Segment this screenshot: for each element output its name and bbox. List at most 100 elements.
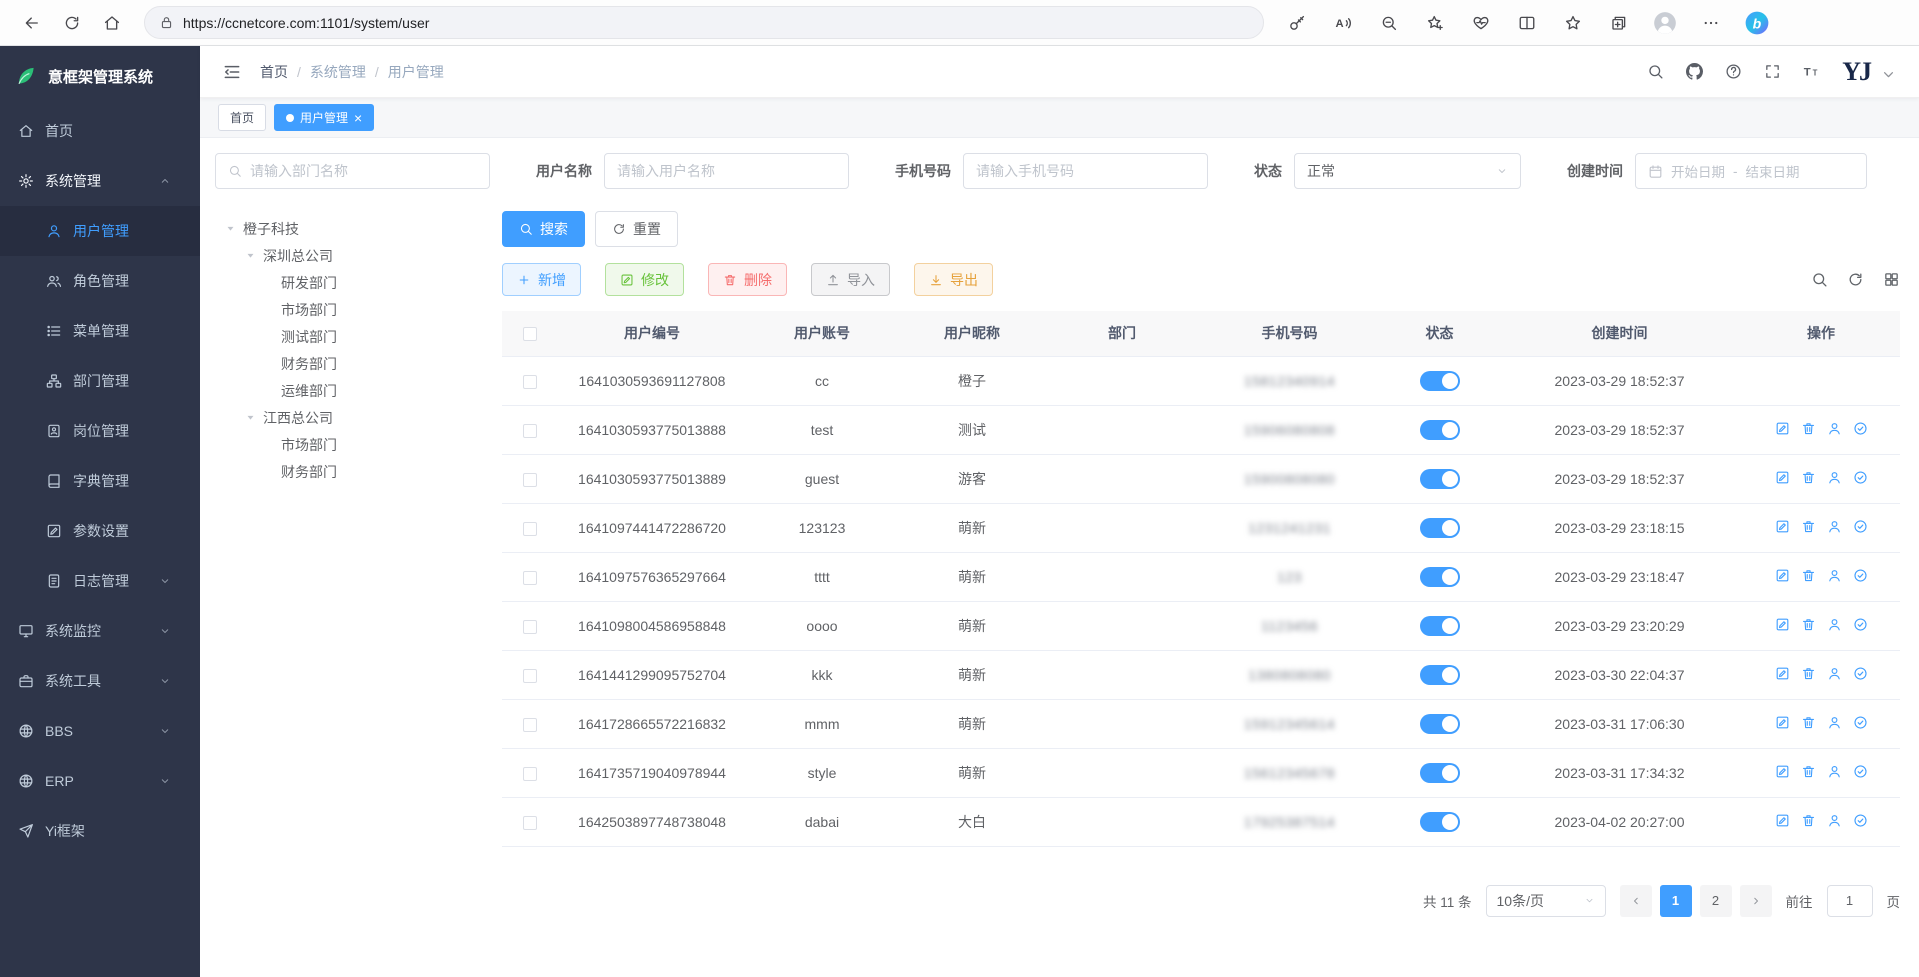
tree-node[interactable]: 研发部门 bbox=[215, 269, 490, 296]
browser-home-button[interactable] bbox=[94, 6, 130, 40]
row-reset-password-icon[interactable] bbox=[1827, 666, 1842, 681]
row-assign-role-icon[interactable] bbox=[1853, 764, 1868, 779]
select-all-checkbox[interactable] bbox=[523, 327, 537, 341]
export-button[interactable]: 导出 bbox=[914, 263, 993, 296]
tree-node[interactable]: 市场部门 bbox=[215, 431, 490, 458]
row-edit-icon[interactable] bbox=[1775, 666, 1790, 681]
row-delete-icon[interactable] bbox=[1801, 715, 1816, 730]
close-tab-icon[interactable]: × bbox=[354, 111, 362, 125]
row-delete-icon[interactable] bbox=[1801, 519, 1816, 534]
row-assign-role-icon[interactable] bbox=[1853, 715, 1868, 730]
breadcrumb-item[interactable]: 系统管理 bbox=[310, 62, 366, 82]
tree-node[interactable]: 市场部门 bbox=[215, 296, 490, 323]
row-assign-role-icon[interactable] bbox=[1853, 813, 1868, 828]
row-edit-icon[interactable] bbox=[1775, 470, 1790, 485]
row-delete-icon[interactable] bbox=[1801, 666, 1816, 681]
row-assign-role-icon[interactable] bbox=[1853, 470, 1868, 485]
row-edit-icon[interactable] bbox=[1775, 715, 1790, 730]
row-edit-icon[interactable] bbox=[1775, 421, 1790, 436]
tab-user-management[interactable]: 用户管理 × bbox=[274, 104, 374, 131]
back-button[interactable] bbox=[14, 6, 50, 40]
row-assign-role-icon[interactable] bbox=[1853, 421, 1868, 436]
row-checkbox[interactable] bbox=[523, 375, 537, 389]
phone-input[interactable] bbox=[976, 163, 1195, 179]
row-assign-role-icon[interactable] bbox=[1853, 617, 1868, 632]
row-delete-icon[interactable] bbox=[1801, 617, 1816, 632]
import-button[interactable]: 导入 bbox=[811, 263, 890, 296]
github-icon[interactable] bbox=[1686, 63, 1703, 80]
add-button[interactable]: 新增 bbox=[502, 263, 581, 296]
row-delete-icon[interactable] bbox=[1801, 813, 1816, 828]
collections-button[interactable] bbox=[1602, 6, 1636, 40]
sidebar-item-system[interactable]: 系统管理 bbox=[0, 156, 200, 206]
sidebar-item-home[interactable]: 首页 bbox=[0, 106, 200, 156]
row-reset-password-icon[interactable] bbox=[1827, 715, 1842, 730]
row-checkbox[interactable] bbox=[523, 522, 537, 536]
sidebar-item-log[interactable]: 日志管理 bbox=[0, 556, 200, 606]
row-edit-icon[interactable] bbox=[1775, 764, 1790, 779]
tree-node[interactable]: 橙子科技 bbox=[215, 215, 490, 242]
favorites-button[interactable] bbox=[1556, 6, 1590, 40]
row-reset-password-icon[interactable] bbox=[1827, 568, 1842, 583]
row-reset-password-icon[interactable] bbox=[1827, 617, 1842, 632]
status-toggle[interactable] bbox=[1420, 714, 1460, 734]
page-size-select[interactable]: 10条/页 bbox=[1486, 885, 1606, 917]
search-button[interactable]: 搜索 bbox=[502, 211, 585, 247]
table-refresh-icon[interactable] bbox=[1847, 271, 1864, 288]
row-edit-icon[interactable] bbox=[1775, 568, 1790, 583]
add-favorite-button[interactable] bbox=[1418, 6, 1452, 40]
edit-button[interactable]: 修改 bbox=[605, 263, 684, 296]
row-reset-password-icon[interactable] bbox=[1827, 421, 1842, 436]
row-checkbox[interactable] bbox=[523, 620, 537, 634]
refresh-button[interactable] bbox=[54, 6, 90, 40]
user-logo[interactable]: YJ bbox=[1842, 59, 1870, 85]
row-delete-icon[interactable] bbox=[1801, 568, 1816, 583]
read-aloud-button[interactable]: A bbox=[1326, 6, 1360, 40]
tree-node[interactable]: 江西总公司 bbox=[215, 404, 490, 431]
toggle-search-icon[interactable] bbox=[1811, 271, 1828, 288]
row-checkbox[interactable] bbox=[523, 424, 537, 438]
row-reset-password-icon[interactable] bbox=[1827, 764, 1842, 779]
breadcrumb-item[interactable]: 首页 bbox=[260, 62, 288, 82]
row-checkbox[interactable] bbox=[523, 767, 537, 781]
header-search-icon[interactable] bbox=[1647, 63, 1664, 80]
dept-search-input[interactable] bbox=[250, 163, 477, 179]
fullscreen-icon[interactable] bbox=[1764, 63, 1781, 80]
status-toggle[interactable] bbox=[1420, 567, 1460, 587]
font-size-icon[interactable]: TT bbox=[1803, 63, 1820, 80]
browser-menu-button[interactable] bbox=[1694, 6, 1728, 40]
row-edit-icon[interactable] bbox=[1775, 519, 1790, 534]
tree-node[interactable]: 测试部门 bbox=[215, 323, 490, 350]
row-checkbox[interactable] bbox=[523, 571, 537, 585]
sidebar-item-dept[interactable]: 部门管理 bbox=[0, 356, 200, 406]
row-edit-icon[interactable] bbox=[1775, 813, 1790, 828]
help-icon[interactable] bbox=[1725, 63, 1742, 80]
tree-node[interactable]: 深圳总公司 bbox=[215, 242, 490, 269]
row-checkbox[interactable] bbox=[523, 816, 537, 830]
tree-node[interactable]: 运维部门 bbox=[215, 377, 490, 404]
row-delete-icon[interactable] bbox=[1801, 470, 1816, 485]
chevron-down-icon[interactable] bbox=[1880, 66, 1897, 83]
status-toggle[interactable] bbox=[1420, 763, 1460, 783]
status-toggle[interactable] bbox=[1420, 616, 1460, 636]
sidebar-item-bbs[interactable]: BBS bbox=[0, 706, 200, 756]
status-toggle[interactable] bbox=[1420, 420, 1460, 440]
row-delete-icon[interactable] bbox=[1801, 764, 1816, 779]
tree-node[interactable]: 财务部门 bbox=[215, 458, 490, 485]
date-range-picker[interactable]: 开始日期 - 结束日期 bbox=[1635, 153, 1867, 189]
column-settings-icon[interactable] bbox=[1883, 271, 1900, 288]
row-assign-role-icon[interactable] bbox=[1853, 519, 1868, 534]
sidebar-item-post[interactable]: 岗位管理 bbox=[0, 406, 200, 456]
status-toggle[interactable] bbox=[1420, 371, 1460, 391]
profile-button[interactable] bbox=[1648, 6, 1682, 40]
sidebar-item-tools[interactable]: 系统工具 bbox=[0, 656, 200, 706]
status-toggle[interactable] bbox=[1420, 665, 1460, 685]
status-toggle[interactable] bbox=[1420, 812, 1460, 832]
sidebar-item-param[interactable]: 参数设置 bbox=[0, 506, 200, 556]
sidebar-collapse-icon[interactable] bbox=[222, 62, 242, 82]
row-reset-password-icon[interactable] bbox=[1827, 470, 1842, 485]
row-checkbox[interactable] bbox=[523, 718, 537, 732]
row-reset-password-icon[interactable] bbox=[1827, 519, 1842, 534]
sidebar-item-menu[interactable]: 菜单管理 bbox=[0, 306, 200, 356]
app-logo[interactable]: 意框架管理系统 bbox=[0, 46, 200, 106]
